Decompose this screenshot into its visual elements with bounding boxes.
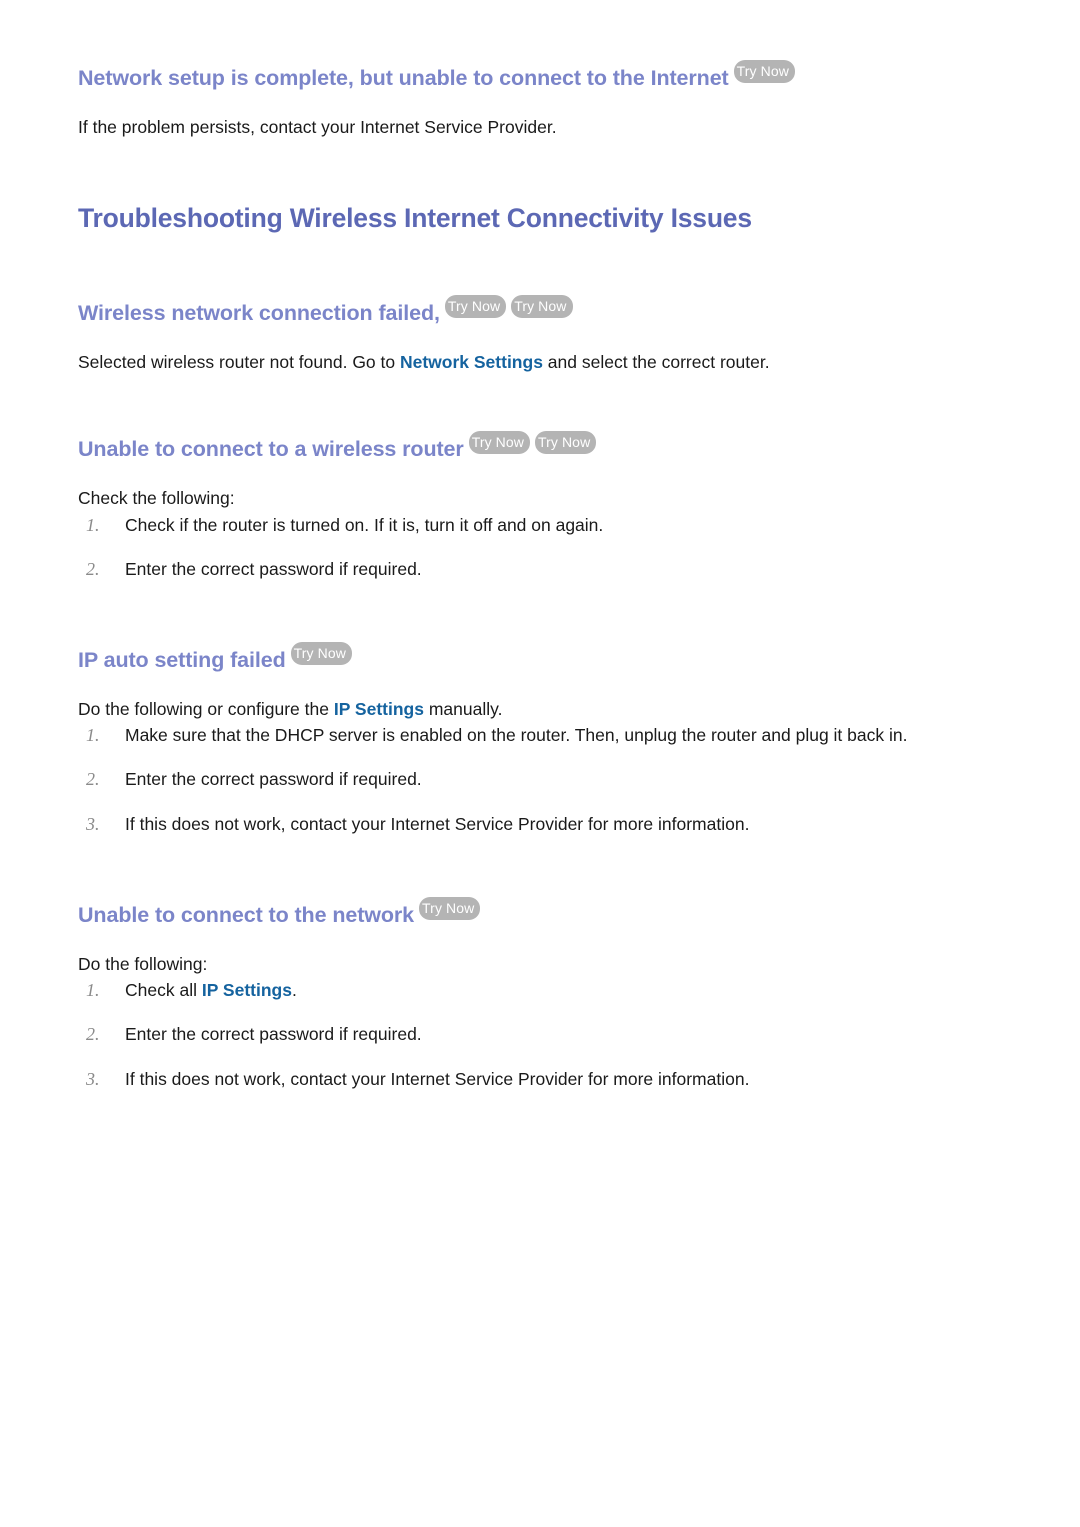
list-item-text: Enter the correct password if required.: [125, 1024, 422, 1045]
heading-text: Wireless network connection failed,: [78, 301, 440, 326]
intro-ip-auto-setting-failed: Do the following or configure the IP Set…: [78, 696, 1002, 722]
list-item: 1. Make sure that the DHCP server is ena…: [78, 722, 1002, 748]
steps-list-unable-connect-wireless-router: 1. Check if the router is turned on. If …: [78, 512, 1002, 583]
list-item-text: If this does not work, contact your Inte…: [125, 1068, 750, 1089]
section-heading-unable-connect-wireless-router: Unable to connect to a wireless router Tr…: [78, 431, 1002, 463]
paragraph-wireless-network-connection-failed: Selected wireless router not found. Go t…: [78, 349, 1002, 375]
list-item: 1. Check all IP Settings.: [78, 977, 1002, 1003]
list-item-number: 1.: [86, 725, 100, 746]
paragraph-network-setup-complete: If the problem persists, contact your In…: [78, 114, 1002, 140]
list-item-number: 3.: [86, 813, 100, 834]
intro-text-pre: Do the following or configure the: [78, 698, 334, 719]
list-item-number: 2.: [86, 558, 100, 579]
try-now-badge-secondary[interactable]: Try Now: [511, 295, 573, 319]
list-item-text-post: .: [291, 980, 297, 1000]
list-item-text: If this does not work, contact your Inte…: [125, 813, 750, 834]
list-item-text: Enter the correct password if required.: [125, 558, 422, 579]
network-settings-link[interactable]: Network Settings: [400, 352, 543, 372]
list-item-text: Enter the correct password if required.: [125, 769, 422, 790]
paragraph-text-post: and select the correct router.: [542, 352, 770, 373]
list-item: 1. Check if the router is turned on. If …: [78, 512, 1002, 538]
list-item-number: 1.: [86, 514, 100, 535]
list-item: 3. If this does not work, contact your I…: [78, 1066, 1002, 1092]
steps-list-ip-auto-setting-failed: 1. Make sure that the DHCP server is ena…: [78, 722, 1002, 837]
section-heading-ip-auto-setting-failed: IP auto setting failed Try Now: [78, 642, 1002, 674]
paragraph-text-pre: Selected wireless router not found. Go t…: [78, 352, 400, 373]
try-now-badge[interactable]: Try Now: [444, 295, 507, 319]
list-item-text-pre: Check all: [125, 980, 202, 1000]
paragraph-text: If the problem persists, contact your In…: [78, 116, 557, 137]
document-page: Network setup is complete, but unable to…: [0, 0, 1080, 1527]
list-item-number: 1.: [86, 980, 100, 1000]
ip-settings-link[interactable]: IP Settings: [334, 699, 424, 719]
list-item: 3. If this does not work, contact your I…: [78, 811, 1002, 837]
list-item: 2. Enter the correct password if require…: [78, 556, 1002, 582]
heading-text: Unable to connect to a wireless router: [78, 437, 464, 462]
list-item: 2. Enter the correct password if require…: [78, 1021, 1002, 1047]
try-now-badge[interactable]: Try Now: [733, 60, 795, 83]
list-item-number: 2.: [86, 769, 100, 790]
list-item: 2. Enter the correct password if require…: [78, 766, 1002, 792]
try-now-badge[interactable]: Try Now: [468, 431, 530, 455]
intro-unable-connect-network: Do the following:: [78, 953, 208, 974]
heading-text: IP auto setting failed: [78, 648, 286, 672]
try-now-badge[interactable]: Try Now: [290, 642, 352, 665]
heading-text: Unable to connect to the network: [78, 902, 415, 927]
intro-text-post: manually.: [423, 698, 503, 719]
list-item-text: Make sure that the DHCP server is enable…: [125, 725, 908, 746]
ip-settings-link[interactable]: IP Settings: [202, 980, 292, 1000]
heading-text: Network setup is complete, but unable to…: [78, 66, 729, 90]
page-title: Troubleshooting Wireless Internet Connec…: [78, 203, 752, 234]
try-now-badge[interactable]: Try Now: [419, 896, 481, 920]
intro-unable-connect-wireless-router: Check the following:: [78, 488, 235, 509]
section-heading-unable-connect-network: Unable to connect to the network Try Now: [78, 896, 1002, 929]
steps-list-unable-connect-network: 1. Check all IP Settings. 2. Enter the c…: [78, 977, 1002, 1092]
list-item-text: Check if the router is turned on. If it …: [125, 514, 604, 535]
section-heading-wireless-network-connection-failed: Wireless network connection failed, Try N…: [78, 295, 1002, 327]
list-item-number: 3.: [86, 1068, 100, 1089]
section-heading-network-setup-complete: Network setup is complete, but unable to…: [78, 60, 1002, 92]
list-item-number: 2.: [86, 1024, 100, 1045]
try-now-badge-secondary[interactable]: Try Now: [534, 431, 597, 455]
